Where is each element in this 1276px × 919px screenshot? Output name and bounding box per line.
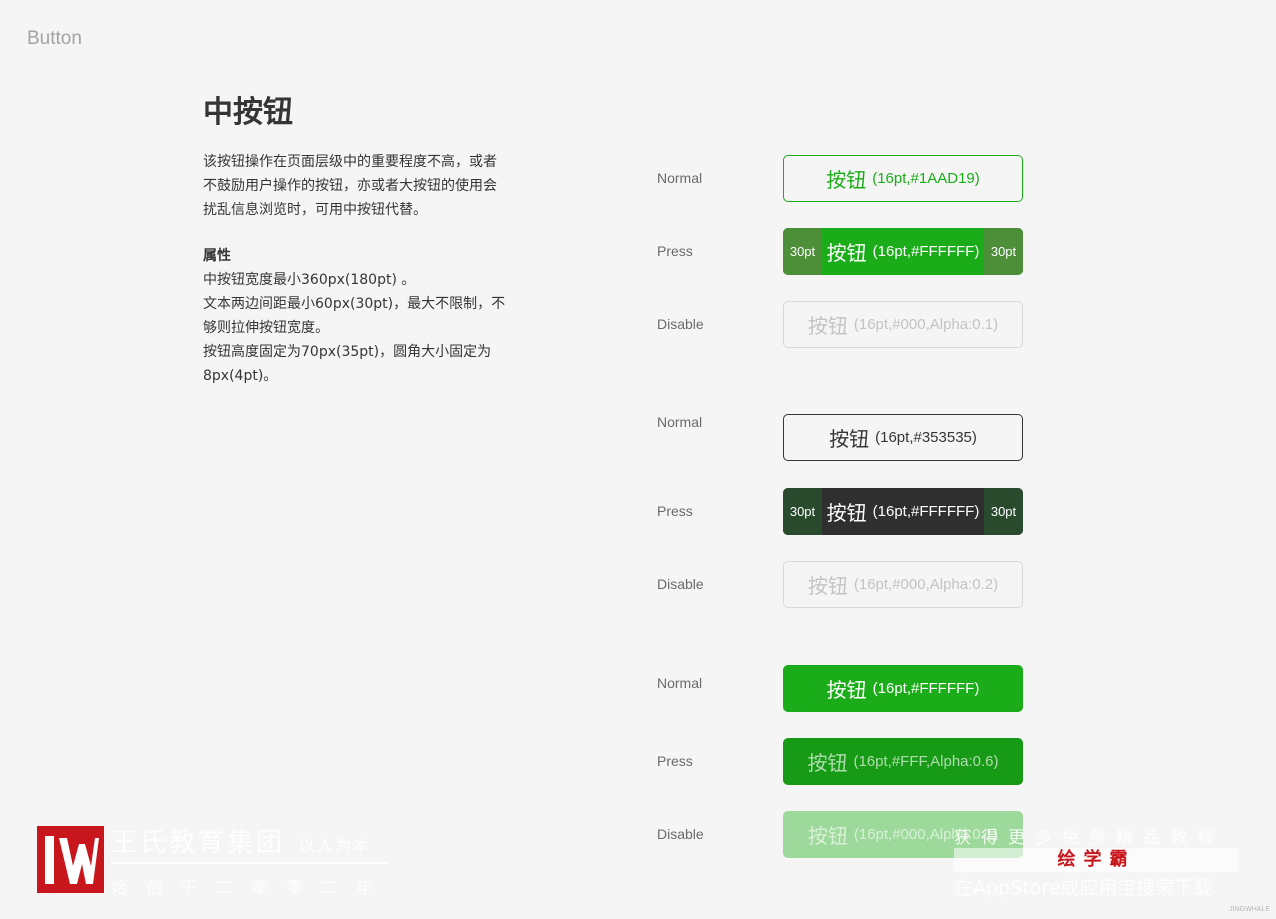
button-spec-note: (16pt,#FFF,Alpha:0.6) (853, 753, 999, 770)
watermark-logo (37, 826, 104, 893)
dark-outline-press-button[interactable]: 30pt 按钮 (16pt,#FFFFFF) 30pt (783, 488, 1023, 535)
watermark-divider (111, 862, 388, 864)
state-label-normal: Normal (657, 414, 703, 430)
button-label: 按钮 (826, 678, 867, 702)
button-spec-note: (16pt,#353535) (875, 429, 977, 446)
property-line: 够则拉伸按钮宽度。 (203, 320, 329, 336)
right-padding-indicator: 30pt (984, 228, 1023, 275)
state-label-normal: Normal (657, 675, 703, 691)
button-spec-note: (16pt,#000,Alpha:0.2) (853, 576, 999, 593)
state-label-press: Press (657, 753, 693, 769)
watermark-slogan: 以人为本 (299, 836, 372, 855)
page-label: Button (27, 28, 82, 49)
green-outline-normal-button[interactable]: 按钮 (16pt,#1AAD19) (783, 155, 1023, 202)
state-label-disable: Disable (657, 826, 704, 842)
properties-title: 属性 (203, 248, 231, 264)
dark-outline-disable-button: 按钮 (16pt,#000,Alpha:0.2) (783, 561, 1023, 608)
description-line: 扰乱信息浏览时，可用中按钮代替。 (203, 202, 427, 218)
button-label: 按钮 (829, 427, 870, 451)
properties-list: 中按钮宽度最小360px(180pt) 。 文本两边间距最小60px(30pt)… (203, 268, 533, 388)
property-line: 8px(4pt)。 (203, 368, 278, 384)
property-line: 中按钮宽度最小360px(180pt) 。 (203, 272, 416, 288)
button-label: 按钮 (826, 501, 867, 525)
primary-press-button[interactable]: 按钮 (16pt,#FFF,Alpha:0.6) (783, 738, 1023, 785)
button-label: 按钮 (807, 824, 848, 848)
button-label: 按钮 (826, 241, 867, 265)
state-label-disable: Disable (657, 576, 704, 592)
button-spec-note: (16pt,#FFFFFF) (872, 680, 980, 697)
button-label: 按钮 (807, 751, 848, 775)
state-label-press: Press (657, 503, 693, 519)
watermark-promo-brand: 绘学霸 (954, 848, 1239, 872)
watermark-since: 始创于二零零二年 (111, 878, 392, 897)
green-outline-press-button[interactable]: 30pt 按钮 (16pt,#FFFFFF) 30pt (783, 228, 1023, 275)
property-line: 按钮高度固定为70px(35pt)，圆角大小固定为 (203, 344, 492, 360)
state-label-disable: Disable (657, 316, 704, 332)
description-line: 不鼓励用户操作的按钮，亦或者大按钮的使用会 (203, 178, 497, 194)
property-line: 文本两边间距最小60px(30pt)，最大不限制，不 (203, 296, 506, 312)
dark-outline-normal-button[interactable]: 按钮 (16pt,#353535) (783, 414, 1023, 461)
primary-normal-button[interactable]: 按钮 (16pt,#FFFFFF) (783, 665, 1023, 712)
button-spec-note: (16pt,#1AAD19) (872, 170, 980, 187)
state-label-press: Press (657, 243, 693, 259)
description-line: 该按钮操作在页面层级中的重要程度不高，或者 (203, 154, 497, 170)
button-spec-note: (16pt,#000,Alpha:0.1) (853, 316, 999, 333)
button-label: 按钮 (826, 168, 867, 192)
left-padding-indicator: 30pt (783, 488, 822, 535)
button-label: 按钮 (807, 574, 848, 598)
corner-mark: JINGWHALE (1229, 906, 1270, 913)
green-outline-disable-button: 按钮 (16pt,#000,Alpha:0.1) (783, 301, 1023, 348)
description: 该按钮操作在页面层级中的重要程度不高，或者 不鼓励用户操作的按钮，亦或者大按钮的… (203, 150, 533, 222)
button-label: 按钮 (807, 314, 848, 338)
section-title: 中按钮 (203, 95, 293, 130)
left-padding-indicator: 30pt (783, 228, 822, 275)
button-spec-note: (16pt,#FFFFFF) (872, 243, 980, 260)
watermark-logo-icon (45, 836, 99, 884)
watermark-brand: 王氏教育集团 以人为本 (111, 822, 371, 859)
state-label-normal: Normal (657, 170, 703, 186)
right-padding-indicator: 30pt (984, 488, 1023, 535)
watermark-promo-download: 在AppStore或应用宝搜索下载 (954, 877, 1213, 899)
watermark-promo-line: 获得更多免费精品教程 (954, 828, 1224, 848)
watermark-brand-name: 王氏教育集团 (111, 828, 286, 858)
button-spec-note: (16pt,#FFFFFF) (872, 503, 980, 520)
